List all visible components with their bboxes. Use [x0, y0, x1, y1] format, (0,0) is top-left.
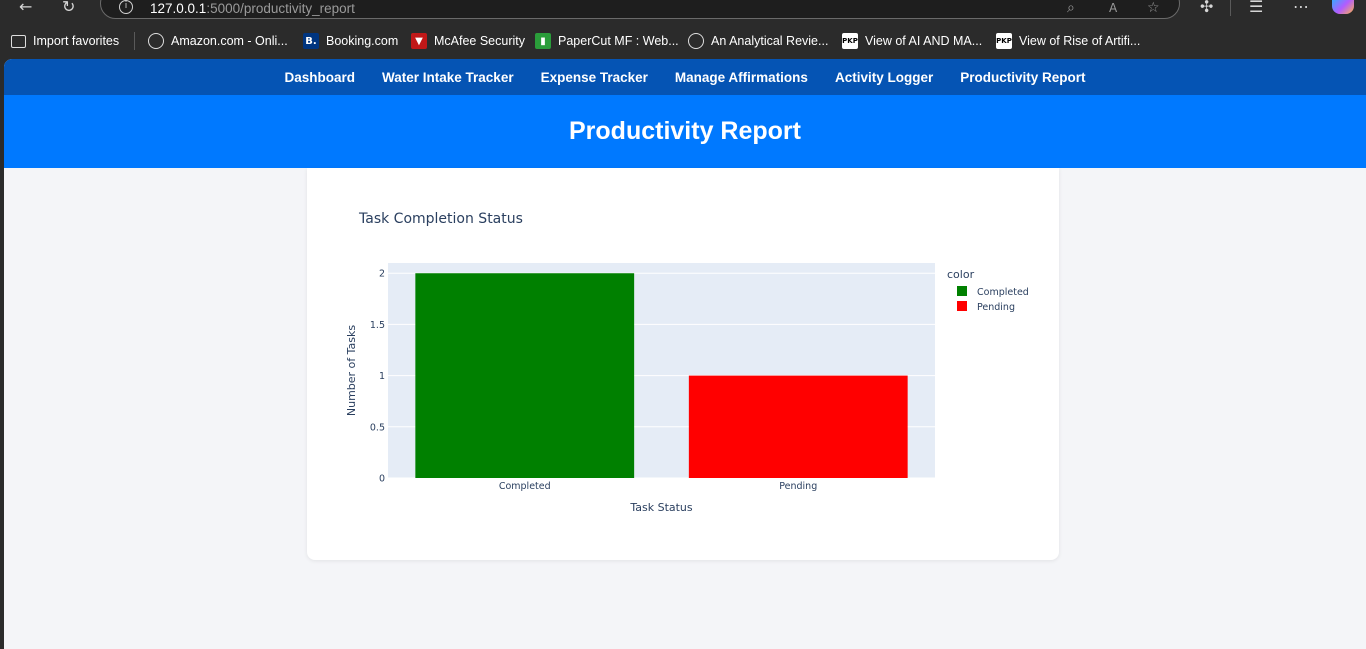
y-tick-label: 1.5 — [370, 320, 385, 331]
read-aloud-icon[interactable]: A — [1109, 1, 1117, 15]
url-text[interactable]: 127.0.0.1:5000/productivity_report — [150, 1, 355, 16]
nav-link-expense-tracker[interactable]: Expense Tracker — [541, 70, 648, 85]
y-tick-label: 1 — [379, 371, 385, 382]
globe-icon — [148, 33, 164, 49]
bookmark-label: Import favorites — [33, 34, 120, 48]
y-axis-ticks: 0 0.5 1 1.5 2 — [370, 269, 385, 485]
back-icon[interactable]: ← — [19, 0, 32, 16]
nav-link-dashboard[interactable]: Dashboard — [285, 70, 356, 85]
refresh-icon[interactable]: ↻ — [62, 0, 75, 16]
zoom-icon[interactable]: ⌕ — [1067, 1, 1075, 15]
x-tick-label: Completed — [499, 481, 551, 492]
y-tick-label: 0 — [379, 474, 385, 485]
page-header: Productivity Report — [4, 95, 1366, 168]
bookmark-papercut[interactable]: ▮ PaperCut MF : Web... — [535, 32, 679, 50]
booking-icon: B. — [303, 33, 319, 49]
url-path: :5000/productivity_report — [206, 1, 355, 16]
x-tick-label: Pending — [779, 481, 817, 492]
chart-title: Task Completion Status — [359, 211, 523, 227]
bar-pending[interactable] — [688, 375, 908, 478]
bookmarks-divider — [134, 32, 135, 50]
main-nav: Dashboard Water Intake Tracker Expense T… — [4, 59, 1366, 95]
pkp-icon: PKP — [842, 33, 858, 49]
bookmark-label: Amazon.com - Onli... — [171, 34, 288, 48]
x-axis-ticks: Completed Pending — [499, 481, 817, 492]
bookmark-label: View of AI AND MA... — [865, 34, 983, 48]
legend-item-label: Pending — [977, 302, 1015, 313]
legend-title: color — [947, 268, 975, 281]
bookmark-amazon[interactable]: Amazon.com - Onli... — [148, 32, 288, 50]
pkp-icon: PKP — [996, 33, 1012, 49]
legend-item-label: Completed — [977, 287, 1029, 298]
chart-card: 0 0.5 1 1.5 2 Completed Pending Number of Tas… — [307, 168, 1059, 560]
more-menu-icon[interactable]: ⋯ — [1293, 0, 1309, 16]
address-bar[interactable]: i 127.0.0.1:5000/productivity_report ⌕ A… — [100, 0, 1180, 19]
legend-swatch — [957, 286, 967, 296]
bookmark-label: View of Rise of Artifi... — [1019, 34, 1141, 48]
bookmarks-bar: Import favorites Amazon.com - Onli... B.… — [0, 28, 1366, 54]
bookmark-label: An Analytical Revie... — [711, 34, 829, 48]
bookmark-ai-and-ma[interactable]: PKP View of AI AND MA... — [842, 32, 982, 50]
legend-swatch — [957, 301, 967, 311]
bookmark-booking[interactable]: B. Booking.com — [303, 32, 398, 50]
x-axis-title: Task Status — [629, 501, 693, 514]
bookmark-label: McAfee Security — [434, 34, 526, 48]
nav-link-productivity-report[interactable]: Productivity Report — [960, 70, 1085, 85]
bookmark-import-favorites[interactable]: Import favorites — [11, 32, 119, 50]
copilot-icon[interactable] — [1332, 0, 1354, 14]
bookmark-analytical-review[interactable]: An Analytical Revie... — [688, 32, 828, 50]
browser-toolbar: ← ↻ i 127.0.0.1:5000/productivity_report… — [0, 0, 1366, 24]
favorite-star-icon[interactable]: ☆ — [1147, 1, 1160, 15]
toolbar-divider — [1230, 0, 1231, 16]
mcafee-icon: ▼ — [411, 33, 427, 49]
bookmark-mcafee[interactable]: ▼ McAfee Security — [411, 32, 525, 50]
y-tick-label: 0.5 — [370, 422, 385, 433]
nav-link-water-intake-tracker[interactable]: Water Intake Tracker — [382, 70, 514, 85]
bookmark-label: PaperCut MF : Web... — [558, 34, 679, 48]
globe-icon — [688, 33, 704, 49]
papercut-icon: ▮ — [535, 33, 551, 49]
import-icon — [11, 34, 26, 48]
site-info-icon[interactable]: i — [119, 0, 133, 14]
y-axis-title: Number of Tasks — [345, 325, 358, 417]
y-tick-label: 2 — [379, 269, 385, 280]
page-viewport: Dashboard Water Intake Tracker Expense T… — [4, 59, 1366, 649]
nav-link-activity-logger[interactable]: Activity Logger — [835, 70, 933, 85]
bookmark-rise-of-ai[interactable]: PKP View of Rise of Artifi... — [996, 32, 1140, 50]
extensions-icon[interactable]: ✣ — [1200, 0, 1213, 16]
url-host: 127.0.0.1 — [150, 1, 207, 16]
page-title: Productivity Report — [569, 117, 801, 145]
bookmark-label: Booking.com — [326, 34, 399, 48]
chart-legend[interactable]: color Completed Pending — [947, 268, 1029, 313]
favorites-icon[interactable]: ☰ — [1249, 0, 1263, 16]
bar-completed[interactable] — [415, 273, 635, 478]
nav-link-manage-affirmations[interactable]: Manage Affirmations — [675, 70, 808, 85]
